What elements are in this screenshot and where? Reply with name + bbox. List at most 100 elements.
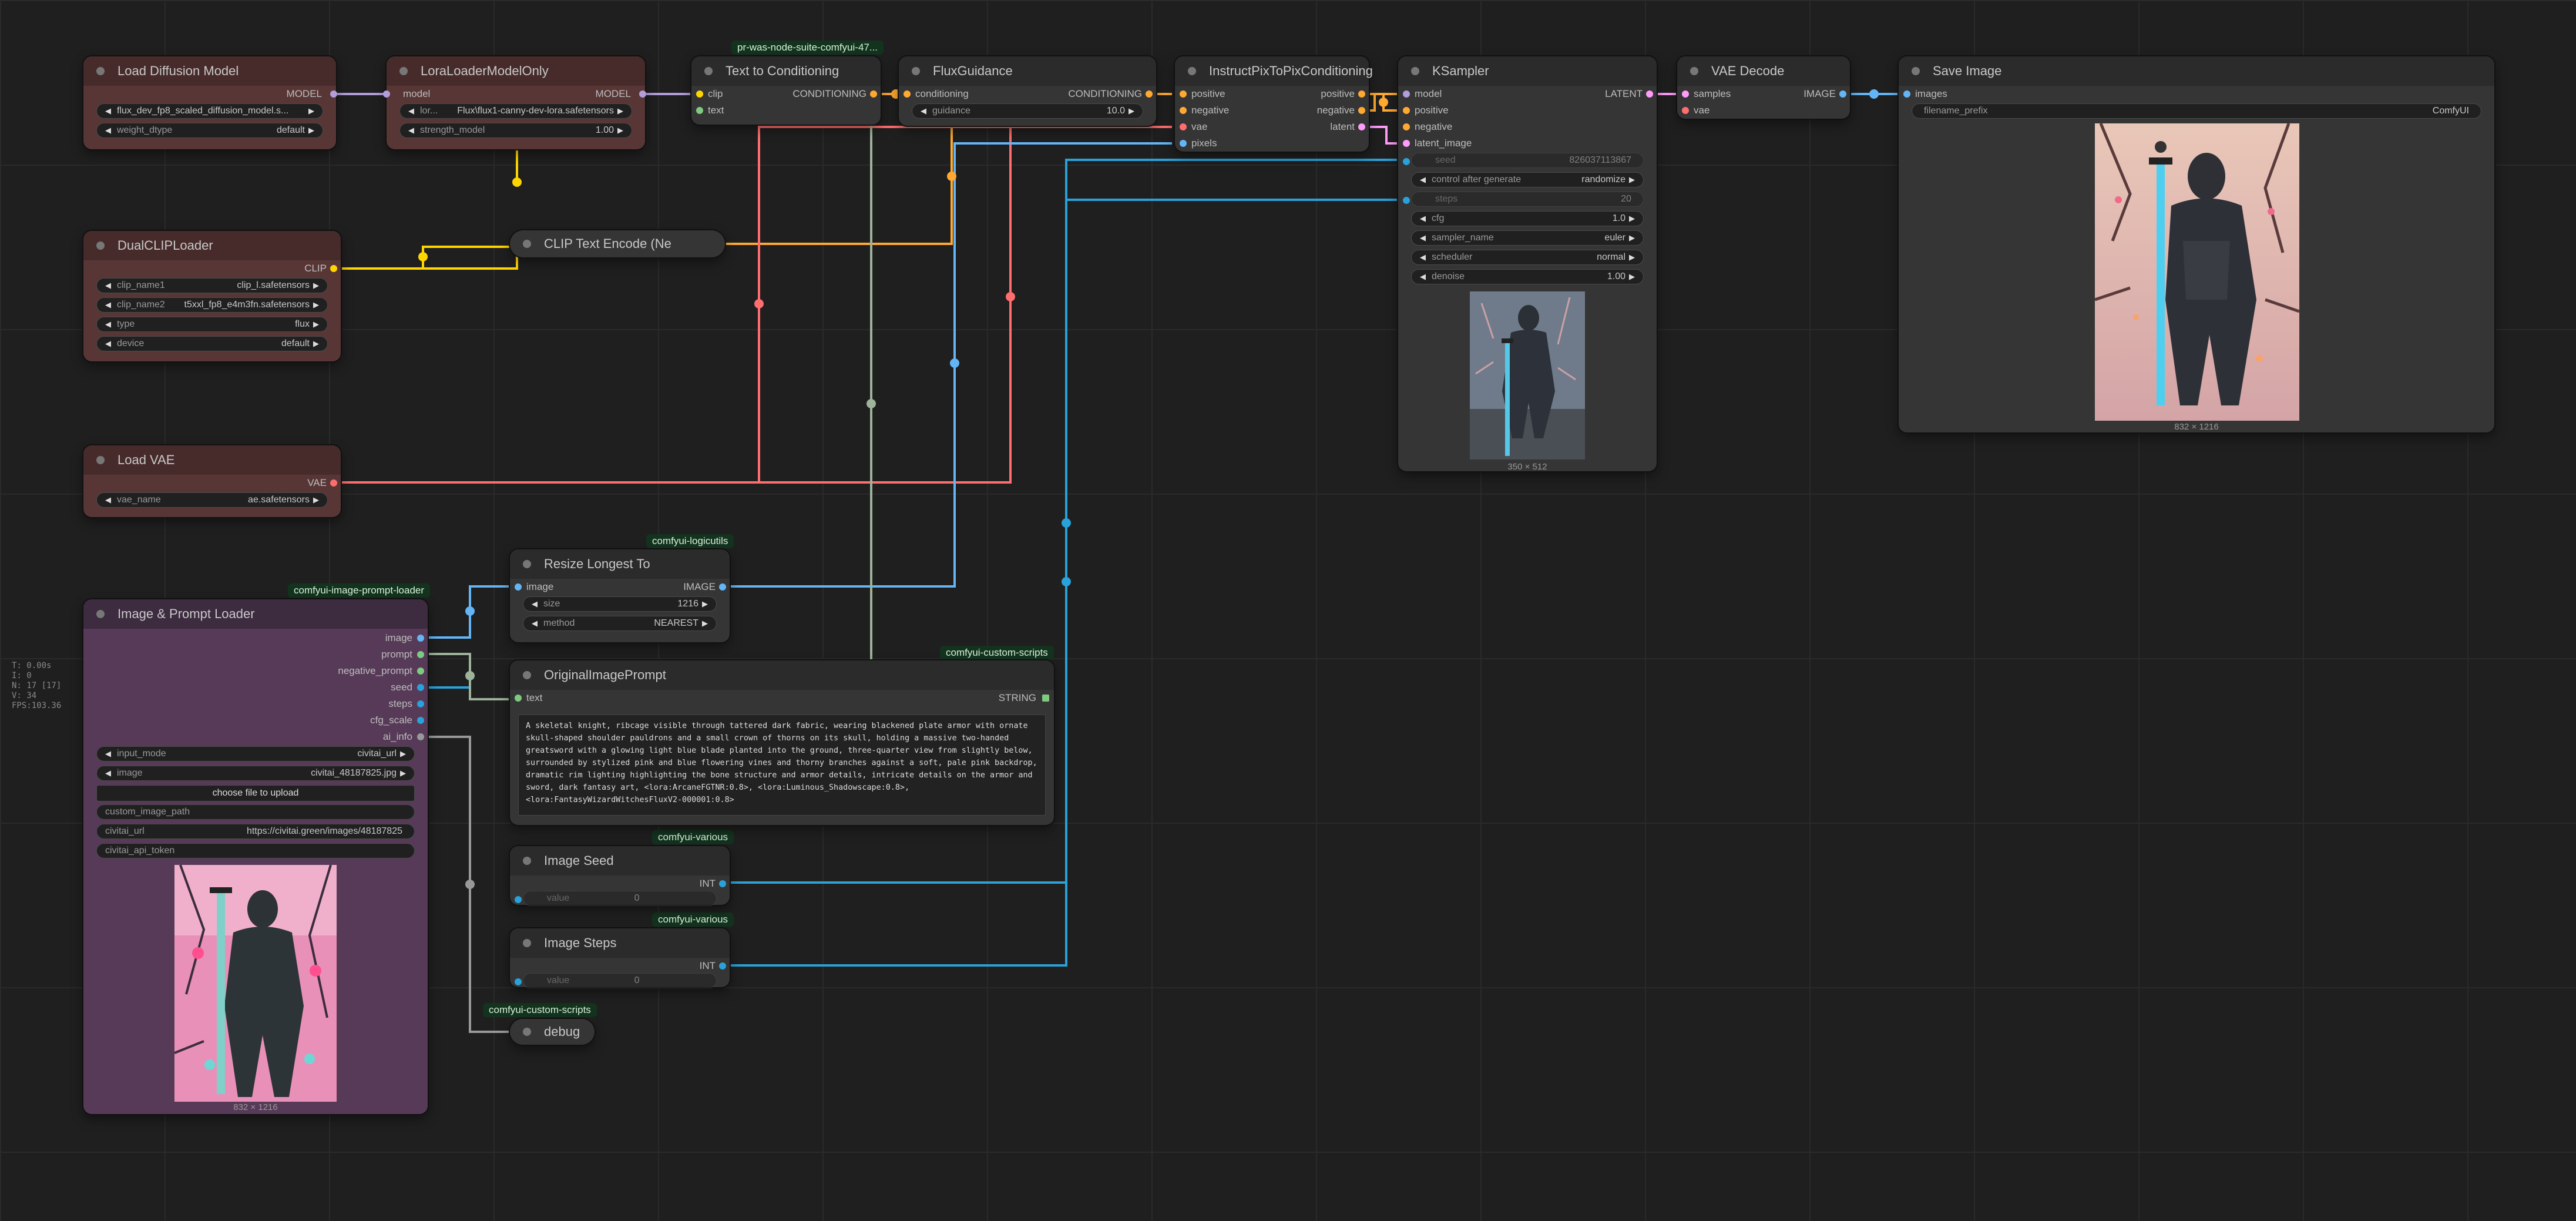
arrow-left-icon[interactable]: ◀ [1420, 233, 1426, 243]
denoise-number[interactable]: ◀ denoise 1.00 ▶ [1411, 269, 1644, 284]
steps-number[interactable]: steps 20 [1411, 192, 1644, 207]
arrow-right-icon[interactable]: ▶ [308, 126, 314, 135]
collapse-dot[interactable] [96, 456, 105, 464]
arrow-left-icon[interactable]: ◀ [105, 749, 111, 759]
node-header[interactable]: Image & Prompt Loader [83, 599, 428, 629]
node-resize-longest-to[interactable]: Resize Longest To image IMAGE ◀ size 1216 ▶… [510, 549, 730, 642]
output-latent-pin[interactable] [1646, 90, 1653, 98]
collapse-dot[interactable] [96, 67, 105, 75]
output-prompt-pin[interactable] [417, 651, 424, 658]
arrow-left-icon[interactable]: ◀ [1420, 175, 1426, 185]
cfg-number[interactable]: ◀ cfg 1.0 ▶ [1411, 211, 1644, 226]
output-positive-pin[interactable] [1358, 90, 1365, 98]
civitai-api-token-text[interactable]: civitai_api_token [96, 843, 415, 858]
arrow-left-icon[interactable]: ◀ [1420, 253, 1426, 262]
node-image-seed[interactable]: Image Seed INT value 0 [510, 846, 730, 906]
output-image-pin[interactable] [1839, 90, 1846, 98]
output-image-pin[interactable] [719, 583, 726, 591]
input-value-pin[interactable] [515, 896, 522, 903]
output-negative-pin[interactable] [1358, 107, 1365, 114]
node-header[interactable]: debug [510, 1019, 595, 1045]
arrow-right-icon[interactable]: ▶ [313, 300, 319, 310]
arrow-right-icon[interactable]: ▶ [1629, 233, 1635, 243]
collapse-dot[interactable] [523, 1028, 531, 1036]
input-mode-combo[interactable]: ◀ input_mode civitai_url ▶ [96, 746, 415, 762]
arrow-left-icon[interactable]: ◀ [105, 106, 111, 116]
node-header[interactable]: Image Steps [510, 928, 730, 958]
prompt-text-display[interactable]: A skeletal knight, ribcage visible throu… [518, 715, 1046, 816]
clip-name2-combo[interactable]: ◀ clip_name2 t5xxl_fp8_e4m3fn.safetensors ▶ [96, 297, 328, 313]
arrow-left-icon[interactable]: ◀ [532, 619, 538, 628]
value-number[interactable]: value 0 [523, 891, 717, 906]
input-model-pin[interactable] [383, 90, 390, 98]
output-model-pin[interactable] [639, 90, 646, 98]
node-header[interactable]: DualCLIPLoader [83, 231, 341, 260]
input-pixels-pin[interactable] [1180, 140, 1187, 147]
arrow-right-icon[interactable]: ▶ [1629, 175, 1635, 185]
arrow-left-icon[interactable]: ◀ [105, 769, 111, 778]
control-after-generate-combo[interactable]: ◀ control after generate randomize ▶ [1411, 172, 1644, 187]
node-load-diffusion-model[interactable]: Load Diffusion Model MODEL ◀ flux_dev_fp8… [83, 56, 337, 149]
collapse-dot[interactable] [912, 67, 920, 75]
output-int-pin[interactable] [719, 880, 726, 887]
output-seed-pin[interactable] [417, 684, 424, 691]
value-number[interactable]: value 0 [523, 973, 717, 988]
input-positive-pin[interactable] [1180, 90, 1187, 98]
input-value-pin[interactable] [515, 978, 522, 985]
node-vae-decode[interactable]: VAE Decode samples vae IMAGE [1677, 56, 1850, 119]
clip-name1-combo[interactable]: ◀ clip_name1 clip_l.safetensors ▶ [96, 278, 328, 293]
node-header[interactable]: LoraLoaderModelOnly [387, 56, 645, 86]
node-header[interactable]: Save Image [1899, 56, 2494, 86]
arrow-right-icon[interactable]: ▶ [617, 126, 623, 135]
arrow-right-icon[interactable]: ▶ [313, 281, 319, 290]
arrow-right-icon[interactable]: ▶ [1129, 106, 1134, 116]
device-combo[interactable]: ◀ device default ▶ [96, 336, 328, 351]
arrow-right-icon[interactable]: ▶ [400, 769, 406, 778]
arrow-right-icon[interactable]: ▶ [1629, 272, 1635, 281]
output-conditioning-pin[interactable] [1146, 90, 1153, 98]
input-vae-pin[interactable] [1682, 107, 1689, 114]
input-latent-pin[interactable] [1403, 140, 1410, 147]
arrow-left-icon[interactable]: ◀ [408, 106, 414, 116]
input-samples-pin[interactable] [1682, 90, 1689, 98]
node-text-to-conditioning[interactable]: Text to Conditioning clip text CONDITION… [691, 56, 881, 125]
output-image-pin[interactable] [417, 635, 424, 642]
output-string-pin[interactable] [1042, 695, 1049, 702]
input-text-pin[interactable] [696, 107, 703, 114]
node-header[interactable]: Load Diffusion Model [83, 56, 336, 86]
node-header[interactable]: KSampler [1398, 56, 1657, 86]
output-vae-pin[interactable] [330, 479, 337, 487]
arrow-left-icon[interactable]: ◀ [921, 106, 926, 116]
unet-name-combo[interactable]: ◀ flux_dev_fp8_scaled_diffusion_model.s..… [96, 103, 323, 119]
output-latent-pin[interactable] [1358, 123, 1365, 130]
output-negative-prompt-pin[interactable] [417, 667, 424, 675]
input-steps-pin[interactable] [1403, 197, 1410, 204]
arrow-right-icon[interactable]: ▶ [313, 495, 319, 505]
vae-name-combo[interactable]: ◀ vae_name ae.safetensors ▶ [96, 492, 328, 508]
arrow-left-icon[interactable]: ◀ [105, 495, 111, 505]
input-negative-pin[interactable] [1180, 107, 1187, 114]
arrow-left-icon[interactable]: ◀ [105, 320, 111, 329]
node-save-image[interactable]: Save Image images filename_prefix ComfyUI… [1899, 56, 2494, 432]
custom-image-path-text[interactable]: custom_image_path [96, 804, 415, 820]
collapse-dot[interactable] [523, 560, 531, 568]
collapse-dot[interactable] [399, 67, 408, 75]
arrow-right-icon[interactable]: ▶ [1629, 214, 1635, 223]
node-instruct-pix2pix-conditioning[interactable]: InstructPixToPixConditioning positive ne… [1175, 56, 1373, 152]
node-dual-clip-loader[interactable]: DualCLIPLoader CLIP ◀ clip_name1 clip_l.sa… [83, 231, 341, 361]
node-image-prompt-loader[interactable]: Image & Prompt Loader image prompt negat… [83, 599, 428, 1114]
node-header[interactable]: Image Seed [510, 846, 730, 876]
node-flux-guidance[interactable]: FluxGuidance conditioning CONDITIONING ◀… [899, 56, 1156, 126]
output-model-pin[interactable] [330, 90, 337, 98]
node-header[interactable]: VAE Decode [1677, 56, 1850, 86]
node-lora-loader[interactable]: LoraLoaderModelOnly model MODEL ◀ lor... F… [383, 56, 646, 149]
filename-prefix-text[interactable]: filename_prefix ComfyUI [1912, 103, 2481, 119]
arrow-left-icon[interactable]: ◀ [408, 126, 414, 135]
input-seed-pin[interactable] [1403, 158, 1410, 165]
node-debug-collapsed[interactable]: debug [510, 1019, 595, 1045]
arrow-right-icon[interactable]: ▶ [702, 599, 708, 609]
image-combo[interactable]: ◀ image civitai_48187825.jpg ▶ [96, 766, 415, 781]
input-positive-pin[interactable] [1403, 107, 1410, 114]
node-header[interactable]: Load VAE [83, 445, 341, 475]
strength-model-number[interactable]: ◀ strength_model 1.00 ▶ [399, 123, 632, 138]
